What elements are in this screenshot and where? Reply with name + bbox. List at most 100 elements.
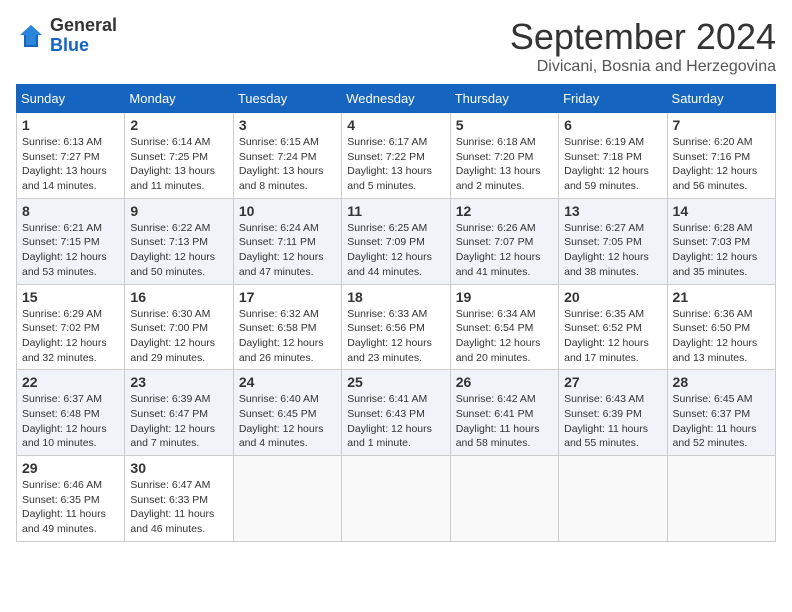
day-cell: 10Sunrise: 6:24 AMSunset: 7:11 PMDayligh… bbox=[233, 198, 341, 284]
day-number: 25 bbox=[347, 374, 444, 390]
calendar-body: 1 Sunrise: 6:13 AMSunset: 7:27 PMDaylight… bbox=[17, 113, 776, 542]
day-cell: 5Sunrise: 6:18 AMSunset: 7:20 PMDaylight… bbox=[450, 113, 558, 199]
day-number: 18 bbox=[347, 289, 444, 305]
col-header-saturday: Saturday bbox=[667, 85, 775, 113]
col-header-monday: Monday bbox=[125, 85, 233, 113]
day-number: 30 bbox=[130, 460, 227, 476]
day-cell: 22 Sunrise: 6:37 AMSunset: 6:48 PMDayligh… bbox=[17, 370, 125, 456]
day-number: 11 bbox=[347, 203, 444, 219]
col-header-friday: Friday bbox=[559, 85, 667, 113]
logo-icon bbox=[16, 21, 46, 51]
day-info: Sunrise: 6:24 AMSunset: 7:11 PMDaylight:… bbox=[239, 221, 336, 280]
week-row-3: 15 Sunrise: 6:29 AMSunset: 7:02 PMDayligh… bbox=[17, 284, 776, 370]
day-number: 22 bbox=[22, 374, 119, 390]
day-info: Sunrise: 6:29 AMSunset: 7:02 PMDaylight:… bbox=[22, 307, 119, 366]
day-cell: 16 Sunrise: 6:30 AMSunset: 7:00 PMDayligh… bbox=[125, 284, 233, 370]
day-cell: 25 Sunrise: 6:41 AMSunset: 6:43 PMDayligh… bbox=[342, 370, 450, 456]
col-header-thursday: Thursday bbox=[450, 85, 558, 113]
day-number: 13 bbox=[564, 203, 661, 219]
week-row-4: 22 Sunrise: 6:37 AMSunset: 6:48 PMDayligh… bbox=[17, 370, 776, 456]
day-info: Sunrise: 6:13 AMSunset: 7:27 PMDaylight:… bbox=[22, 135, 119, 194]
day-info: Sunrise: 6:21 AMSunset: 7:15 PMDaylight:… bbox=[22, 221, 119, 280]
day-info: Sunrise: 6:42 AMSunset: 6:41 PMDaylight:… bbox=[456, 392, 553, 451]
day-info: Sunrise: 6:45 AMSunset: 6:37 PMDaylight:… bbox=[673, 392, 770, 451]
day-number: 16 bbox=[130, 289, 227, 305]
day-cell: 17 Sunrise: 6:32 AMSunset: 6:58 PMDayligh… bbox=[233, 284, 341, 370]
month-title: September 2024 bbox=[510, 16, 776, 58]
day-cell: 7Sunrise: 6:20 AMSunset: 7:16 PMDaylight… bbox=[667, 113, 775, 199]
day-info: Sunrise: 6:40 AMSunset: 6:45 PMDaylight:… bbox=[239, 392, 336, 451]
day-info: Sunrise: 6:32 AMSunset: 6:58 PMDaylight:… bbox=[239, 307, 336, 366]
day-info: Sunrise: 6:17 AMSunset: 7:22 PMDaylight:… bbox=[347, 135, 444, 194]
day-info: Sunrise: 6:33 AMSunset: 6:56 PMDaylight:… bbox=[347, 307, 444, 366]
day-cell: 14 Sunrise: 6:28 AMSunset: 7:03 PMDayligh… bbox=[667, 198, 775, 284]
logo: General Blue bbox=[16, 16, 117, 56]
day-cell: 11 Sunrise: 6:25 AMSunset: 7:09 PMDayligh… bbox=[342, 198, 450, 284]
day-info: Sunrise: 6:14 AMSunset: 7:25 PMDaylight:… bbox=[130, 135, 227, 194]
day-number: 1 bbox=[22, 117, 119, 133]
day-cell: 6 Sunrise: 6:19 AMSunset: 7:18 PMDaylight… bbox=[559, 113, 667, 199]
day-number: 17 bbox=[239, 289, 336, 305]
day-cell: 4 Sunrise: 6:17 AMSunset: 7:22 PMDaylight… bbox=[342, 113, 450, 199]
day-number: 7 bbox=[673, 117, 770, 133]
location: Divicani, Bosnia and Herzegovina bbox=[510, 58, 776, 76]
day-cell: 21 Sunrise: 6:36 AMSunset: 6:50 PMDayligh… bbox=[667, 284, 775, 370]
day-cell bbox=[233, 456, 341, 542]
day-info: Sunrise: 6:26 AMSunset: 7:07 PMDaylight:… bbox=[456, 221, 553, 280]
day-info: Sunrise: 6:43 AMSunset: 6:39 PMDaylight:… bbox=[564, 392, 661, 451]
day-info: Sunrise: 6:41 AMSunset: 6:43 PMDaylight:… bbox=[347, 392, 444, 451]
day-cell: 24 Sunrise: 6:40 AMSunset: 6:45 PMDayligh… bbox=[233, 370, 341, 456]
day-number: 4 bbox=[347, 117, 444, 133]
week-row-1: 1 Sunrise: 6:13 AMSunset: 7:27 PMDaylight… bbox=[17, 113, 776, 199]
calendar-header: SundayMondayTuesdayWednesdayThursdayFrid… bbox=[17, 85, 776, 113]
day-info: Sunrise: 6:25 AMSunset: 7:09 PMDaylight:… bbox=[347, 221, 444, 280]
day-info: Sunrise: 6:19 AMSunset: 7:18 PMDaylight:… bbox=[564, 135, 661, 194]
day-cell bbox=[667, 456, 775, 542]
day-info: Sunrise: 6:46 AMSunset: 6:35 PMDaylight:… bbox=[22, 478, 119, 537]
header-row: SundayMondayTuesdayWednesdayThursdayFrid… bbox=[17, 85, 776, 113]
day-number: 20 bbox=[564, 289, 661, 305]
day-info: Sunrise: 6:28 AMSunset: 7:03 PMDaylight:… bbox=[673, 221, 770, 280]
day-info: Sunrise: 6:34 AMSunset: 6:54 PMDaylight:… bbox=[456, 307, 553, 366]
day-info: Sunrise: 6:47 AMSunset: 6:33 PMDaylight:… bbox=[130, 478, 227, 537]
day-cell: 12Sunrise: 6:26 AMSunset: 7:07 PMDayligh… bbox=[450, 198, 558, 284]
col-header-tuesday: Tuesday bbox=[233, 85, 341, 113]
day-cell: 15 Sunrise: 6:29 AMSunset: 7:02 PMDayligh… bbox=[17, 284, 125, 370]
day-cell bbox=[342, 456, 450, 542]
day-number: 8 bbox=[22, 203, 119, 219]
day-info: Sunrise: 6:37 AMSunset: 6:48 PMDaylight:… bbox=[22, 392, 119, 451]
page-header: General Blue September 2024 Divicani, Bo… bbox=[16, 16, 776, 76]
day-number: 24 bbox=[239, 374, 336, 390]
day-number: 9 bbox=[130, 203, 227, 219]
day-cell: 3 Sunrise: 6:15 AMSunset: 7:24 PMDaylight… bbox=[233, 113, 341, 199]
day-number: 21 bbox=[673, 289, 770, 305]
day-number: 23 bbox=[130, 374, 227, 390]
day-cell: 29Sunrise: 6:46 AMSunset: 6:35 PMDayligh… bbox=[17, 456, 125, 542]
calendar-table: SundayMondayTuesdayWednesdayThursdayFrid… bbox=[16, 84, 776, 542]
day-info: Sunrise: 6:22 AMSunset: 7:13 PMDaylight:… bbox=[130, 221, 227, 280]
day-info: Sunrise: 6:39 AMSunset: 6:47 PMDaylight:… bbox=[130, 392, 227, 451]
day-cell: 30 Sunrise: 6:47 AMSunset: 6:33 PMDayligh… bbox=[125, 456, 233, 542]
day-cell: 28Sunrise: 6:45 AMSunset: 6:37 PMDayligh… bbox=[667, 370, 775, 456]
day-cell: 19 Sunrise: 6:34 AMSunset: 6:54 PMDayligh… bbox=[450, 284, 558, 370]
day-number: 27 bbox=[564, 374, 661, 390]
day-number: 2 bbox=[130, 117, 227, 133]
col-header-wednesday: Wednesday bbox=[342, 85, 450, 113]
day-cell: 23 Sunrise: 6:39 AMSunset: 6:47 PMDayligh… bbox=[125, 370, 233, 456]
day-number: 19 bbox=[456, 289, 553, 305]
day-number: 3 bbox=[239, 117, 336, 133]
day-cell: 2 Sunrise: 6:14 AMSunset: 7:25 PMDaylight… bbox=[125, 113, 233, 199]
day-cell: 13 Sunrise: 6:27 AMSunset: 7:05 PMDayligh… bbox=[559, 198, 667, 284]
day-number: 6 bbox=[564, 117, 661, 133]
week-row-5: 29Sunrise: 6:46 AMSunset: 6:35 PMDayligh… bbox=[17, 456, 776, 542]
day-info: Sunrise: 6:15 AMSunset: 7:24 PMDaylight:… bbox=[239, 135, 336, 194]
day-cell bbox=[450, 456, 558, 542]
day-cell: 18 Sunrise: 6:33 AMSunset: 6:56 PMDayligh… bbox=[342, 284, 450, 370]
day-number: 15 bbox=[22, 289, 119, 305]
day-info: Sunrise: 6:36 AMSunset: 6:50 PMDaylight:… bbox=[673, 307, 770, 366]
col-header-sunday: Sunday bbox=[17, 85, 125, 113]
day-info: Sunrise: 6:30 AMSunset: 7:00 PMDaylight:… bbox=[130, 307, 227, 366]
day-number: 14 bbox=[673, 203, 770, 219]
logo-text: General Blue bbox=[50, 16, 117, 56]
day-info: Sunrise: 6:27 AMSunset: 7:05 PMDaylight:… bbox=[564, 221, 661, 280]
